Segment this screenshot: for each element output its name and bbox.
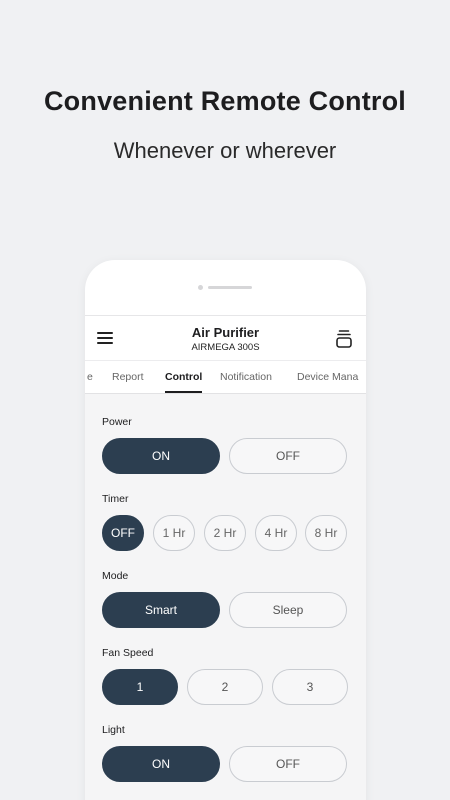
power-label: Power (102, 416, 132, 428)
hero-subtitle: Whenever or wherever (113, 138, 337, 163)
camera-dot (198, 285, 203, 290)
device-stack-icon[interactable] (335, 329, 353, 349)
hero-title: Convenient Remote Control (43, 86, 406, 116)
tab-device-management[interactable]: Device Mana (297, 371, 358, 383)
fan-speed-1-button[interactable]: 1 (102, 669, 178, 705)
tab-notification[interactable]: Notification (220, 371, 272, 383)
control-panel: Power ON OFF Timer OFF 1 Hr 2 Hr 4 Hr 8 … (85, 394, 366, 800)
mode-label: Mode (102, 570, 129, 582)
tab-partial[interactable]: e (87, 371, 93, 383)
phone-frame: Air Purifier AIRMEGA 300S e Report Contr… (85, 260, 366, 800)
timer-4hr-button[interactable]: 4 Hr (255, 515, 297, 551)
tab-report[interactable]: Report (112, 371, 144, 383)
device-title: Air Purifier (191, 325, 260, 340)
phone-speaker (198, 285, 258, 291)
power-off-button[interactable]: OFF (229, 438, 347, 474)
device-model: AIRMEGA 300S (191, 342, 260, 353)
timer-label: Timer (102, 493, 129, 505)
mode-sleep-button[interactable]: Sleep (229, 592, 347, 628)
timer-off-button[interactable]: OFF (102, 515, 144, 551)
fan-speed-2-button[interactable]: 2 (187, 669, 263, 705)
fan-speed-3-button[interactable]: 3 (272, 669, 348, 705)
light-on-button[interactable]: ON (102, 746, 220, 782)
power-on-button[interactable]: ON (102, 438, 220, 474)
tab-control[interactable]: Control (165, 371, 203, 393)
tab-bar: e Report Control Notification Device Man… (85, 361, 366, 394)
timer-2hr-button[interactable]: 2 Hr (204, 515, 246, 551)
speaker-grille (208, 286, 252, 289)
fan-speed-label: Fan Speed (102, 647, 154, 659)
timer-1hr-button[interactable]: 1 Hr (153, 515, 195, 551)
light-label: Light (102, 724, 125, 736)
app-bar: Air Purifier AIRMEGA 300S (85, 315, 366, 361)
timer-8hr-button[interactable]: 8 Hr (305, 515, 347, 551)
light-off-button[interactable]: OFF (229, 746, 347, 782)
mode-smart-button[interactable]: Smart (102, 592, 220, 628)
